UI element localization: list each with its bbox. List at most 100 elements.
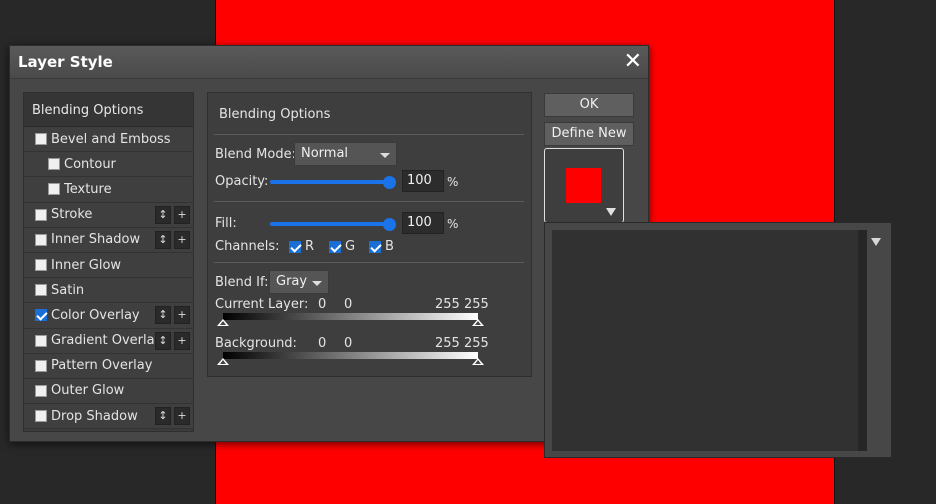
- current-layer-low: 0: [318, 297, 327, 312]
- list-item-checkbox[interactable]: [35, 133, 47, 146]
- list-item-label: Pattern Overlay: [51, 358, 153, 374]
- current-layer-left-handle[interactable]: [217, 319, 229, 326]
- list-item-pattern-overlay[interactable]: Pattern Overlay: [24, 353, 193, 379]
- channel-r-label: R: [305, 239, 315, 254]
- list-item-checkbox[interactable]: [35, 359, 47, 372]
- define-new-button[interactable]: Define New: [544, 122, 634, 146]
- reorder-icon[interactable]: ↕: [155, 407, 171, 426]
- add-icon[interactable]: +: [174, 407, 190, 426]
- list-item-label: Inner Shadow: [51, 232, 141, 248]
- current-layer-label: Current Layer:: [215, 297, 309, 312]
- list-item-label: Contour: [64, 156, 116, 172]
- blend-mode-select[interactable]: Normal: [294, 142, 397, 166]
- list-item-checkbox[interactable]: [48, 158, 60, 171]
- opacity-slider[interactable]: [270, 180, 390, 184]
- divider: [214, 262, 524, 263]
- list-item-checkbox[interactable]: [35, 410, 47, 423]
- fill-percent: %: [447, 217, 459, 231]
- chevron-down-icon: [312, 281, 322, 286]
- list-item-label: Stroke: [51, 207, 93, 223]
- fill-label: Fill:: [215, 216, 237, 231]
- list-item-texture[interactable]: Texture: [24, 177, 193, 203]
- list-item-checkbox[interactable]: [48, 183, 60, 196]
- current-layer-right-handle[interactable]: [472, 319, 484, 326]
- channel-r-checkbox[interactable]: [289, 241, 301, 253]
- blend-if-value: Gray: [276, 274, 308, 289]
- list-item-label: Drop Shadow: [51, 408, 138, 424]
- list-item-label: Texture: [64, 181, 112, 197]
- blending-options-label: Blending Options: [32, 103, 144, 118]
- fill-input[interactable]: 100: [402, 212, 444, 234]
- channels-label: Channels:: [215, 239, 280, 254]
- dialog-title: Layer Style: [18, 53, 113, 71]
- list-item-bevel-and-emboss[interactable]: Bevel and Emboss: [24, 127, 193, 153]
- list-item-contour[interactable]: Contour: [24, 152, 193, 178]
- background-low: 0: [318, 336, 327, 351]
- add-icon[interactable]: +: [174, 205, 190, 224]
- color-popup-content[interactable]: [552, 230, 858, 451]
- add-icon[interactable]: +: [174, 230, 190, 249]
- list-item-checkbox[interactable]: [35, 334, 47, 347]
- channel-b-checkbox[interactable]: [369, 241, 381, 253]
- list-item-checkbox[interactable]: [35, 284, 47, 297]
- fill-slider[interactable]: [270, 222, 390, 226]
- dialog-titlebar[interactable]: Layer Style ✕: [10, 46, 648, 79]
- list-item-checkbox[interactable]: [35, 208, 47, 221]
- divider: [214, 134, 524, 135]
- list-item-color-overlay[interactable]: Color Overlay ↕ +: [24, 303, 193, 329]
- chevron-down-icon: [606, 208, 616, 216]
- list-item-drop-shadow[interactable]: Drop Shadow ↕ +: [24, 404, 193, 430]
- panel-title: Blending Options: [219, 107, 331, 122]
- add-icon[interactable]: +: [174, 306, 190, 325]
- add-icon[interactable]: +: [174, 331, 190, 350]
- blend-if-label: Blend If:: [215, 275, 269, 290]
- list-item-checkbox[interactable]: [35, 233, 47, 246]
- opacity-input[interactable]: 100: [402, 170, 444, 192]
- color-picker-button[interactable]: [544, 148, 624, 223]
- current-layer-high: 255 255: [435, 297, 489, 312]
- popup-scrollbar[interactable]: [858, 230, 867, 451]
- blending-options-panel: Blending Options Blend Mode: Normal Opac…: [207, 92, 532, 377]
- background-low2: 0: [344, 336, 353, 351]
- background-left-handle[interactable]: [217, 358, 229, 365]
- list-item-label: Bevel and Emboss: [51, 131, 171, 147]
- channel-g-label: G: [345, 239, 356, 254]
- overlay-color-swatch: [566, 168, 601, 203]
- list-item-checkbox[interactable]: [35, 384, 47, 397]
- list-item-gradient-overlay[interactable]: Gradient Overlay ↕ +: [24, 328, 193, 354]
- list-item-inner-shadow[interactable]: Inner Shadow ↕ +: [24, 227, 193, 253]
- channel-b-label: B: [385, 239, 394, 254]
- reorder-icon[interactable]: ↕: [155, 306, 171, 325]
- popup-menu-arrow-icon[interactable]: [871, 238, 881, 246]
- background-gradient[interactable]: [223, 352, 478, 359]
- reorder-icon[interactable]: ↕: [155, 205, 171, 224]
- color-popup-panel: [544, 222, 892, 458]
- list-item-satin[interactable]: Satin: [24, 278, 193, 304]
- channel-g-checkbox[interactable]: [329, 241, 341, 253]
- blend-mode-label: Blend Mode:: [215, 147, 296, 162]
- background-right-handle[interactable]: [472, 358, 484, 365]
- list-item-label: Color Overlay: [51, 307, 140, 323]
- fill-slider-thumb[interactable]: [383, 218, 396, 231]
- chevron-down-icon: [380, 153, 390, 158]
- ok-button[interactable]: OK: [544, 93, 634, 117]
- reorder-icon[interactable]: ↕: [155, 230, 171, 249]
- opacity-label: Opacity:: [215, 174, 269, 189]
- divider: [214, 201, 524, 202]
- reorder-icon[interactable]: ↕: [155, 331, 171, 350]
- list-item-label: Outer Glow: [51, 383, 125, 399]
- list-item-outer-glow[interactable]: Outer Glow: [24, 378, 193, 405]
- style-list: Blending Options Bevel and Emboss Contour…: [23, 92, 194, 432]
- list-item-blending-options[interactable]: Blending Options: [24, 93, 193, 127]
- list-item-inner-glow[interactable]: Inner Glow: [24, 252, 193, 279]
- opacity-slider-thumb[interactable]: [383, 176, 396, 189]
- blend-if-select[interactable]: Gray: [269, 270, 329, 294]
- current-layer-gradient[interactable]: [223, 313, 478, 320]
- style-list-items: Bevel and Emboss Contour Texture Stroke ↕ + In…: [24, 127, 193, 430]
- opacity-percent: %: [447, 175, 459, 189]
- list-item-checkbox[interactable]: [35, 259, 47, 272]
- background-high: 255 255: [435, 336, 489, 351]
- close-icon[interactable]: ✕: [624, 48, 642, 76]
- list-item-stroke[interactable]: Stroke ↕ +: [24, 202, 193, 228]
- list-item-checkbox[interactable]: [35, 309, 47, 322]
